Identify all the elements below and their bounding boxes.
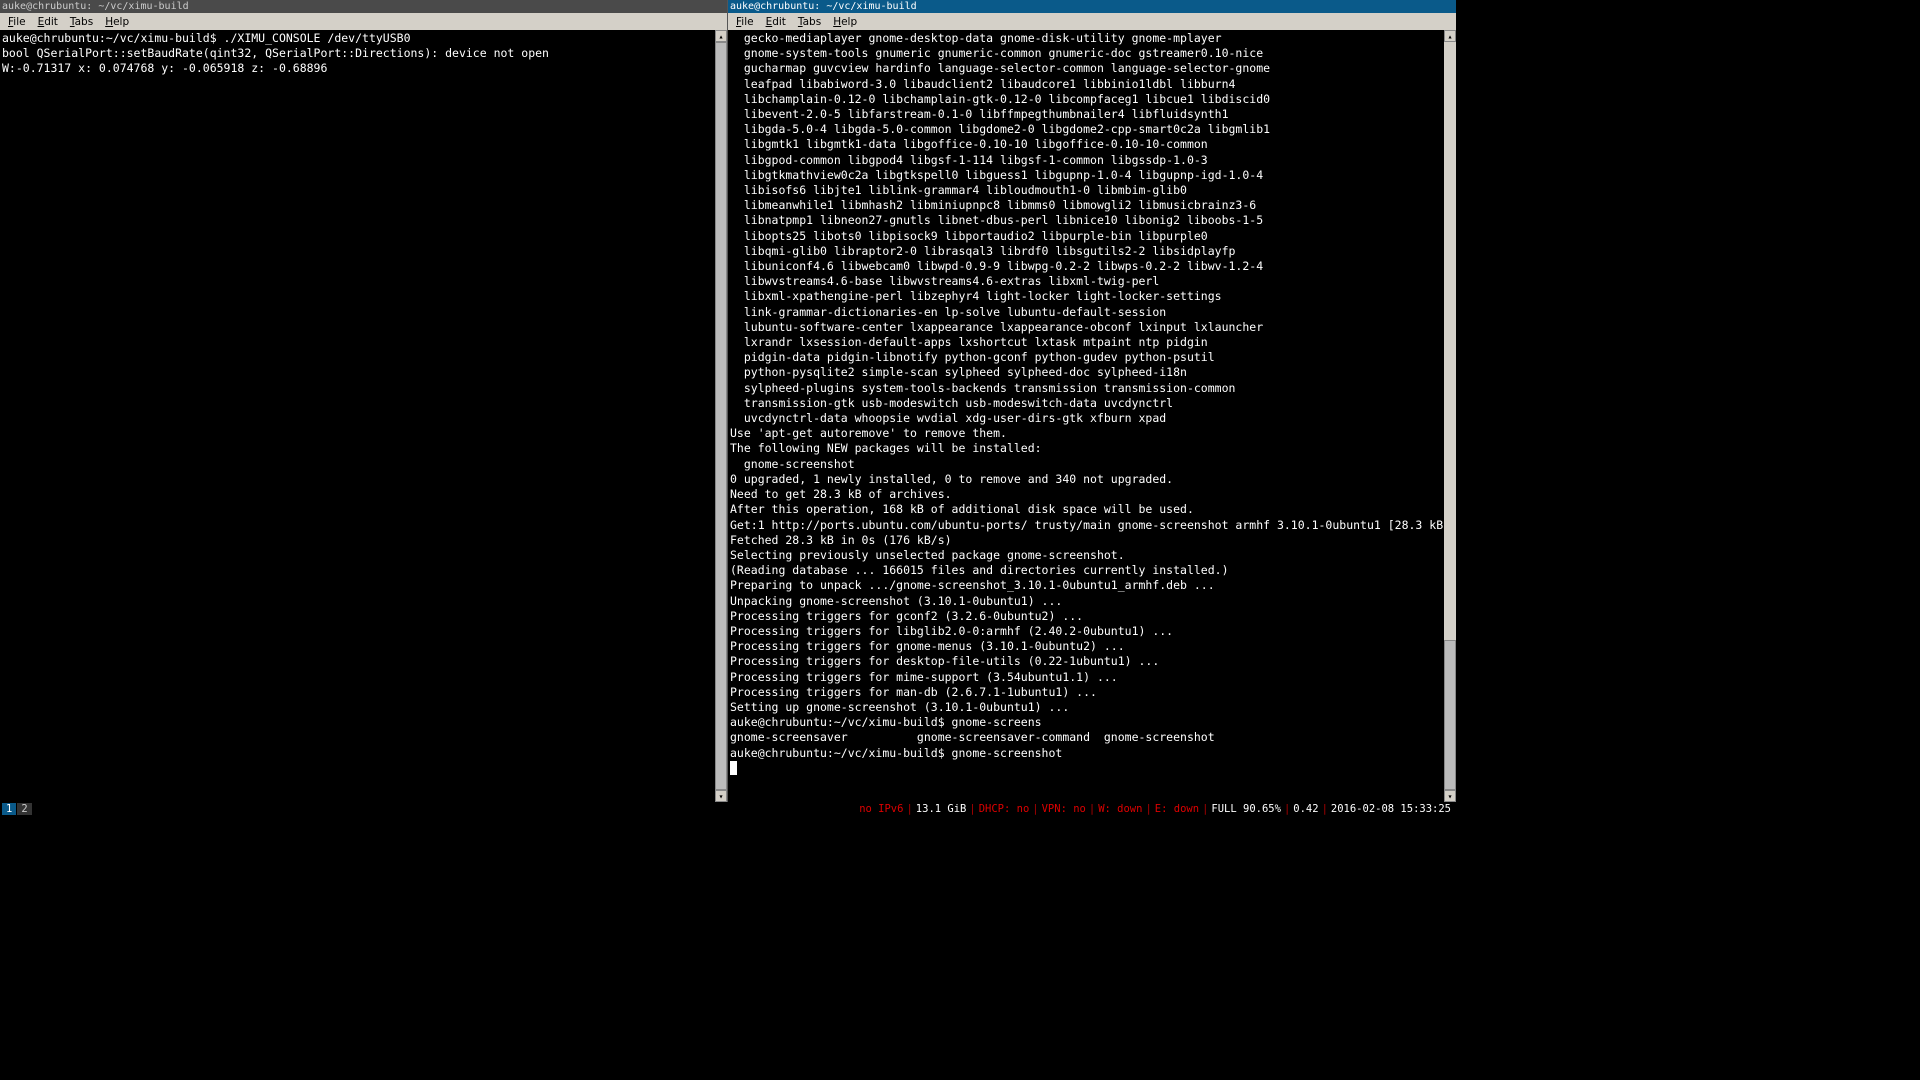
- status-right: no IPv6| 13.1 GiB| DHCP: no| VPN: no| W:…: [856, 803, 1454, 815]
- right-pane: auke@chrubuntu: ~/vc/ximu-build File Edi…: [728, 0, 1456, 802]
- right-scroll-track[interactable]: [1444, 42, 1456, 790]
- left-titlebar[interactable]: auke@chrubuntu: ~/vc/ximu-build: [0, 0, 727, 13]
- workspace-tabs: 1 2: [2, 803, 33, 815]
- status-vpn: VPN: no: [1039, 803, 1089, 815]
- menu-help[interactable]: Help: [99, 16, 135, 28]
- left-menubar: File Edit Tabs Help: [0, 13, 727, 30]
- right-scroll-thumb[interactable]: [1444, 640, 1456, 790]
- scroll-down-icon[interactable]: ▾: [715, 790, 727, 802]
- menu-file[interactable]: File: [730, 16, 760, 28]
- menu-edit[interactable]: Edit: [32, 16, 64, 28]
- left-scroll-track[interactable]: [715, 42, 727, 790]
- workspace-2[interactable]: 2: [17, 803, 32, 815]
- scroll-up-icon[interactable]: ▴: [715, 30, 727, 42]
- status-wifi: W: down: [1095, 803, 1145, 815]
- menu-tabs[interactable]: Tabs: [792, 16, 827, 28]
- i3-statusbar: 1 2 no IPv6| 13.1 GiB| DHCP: no| VPN: no…: [0, 802, 1456, 816]
- right-menubar: File Edit Tabs Help: [728, 13, 1456, 30]
- left-terminal[interactable]: auke@chrubuntu:~/vc/ximu-build$ ./XIMU_C…: [0, 30, 715, 802]
- right-terminal-wrap: gecko-mediaplayer gnome-desktop-data gno…: [728, 30, 1456, 802]
- left-scrollbar[interactable]: ▴ ▾: [715, 30, 727, 802]
- status-datetime: 2016-02-08 15:33:25: [1328, 803, 1454, 815]
- menu-edit[interactable]: Edit: [760, 16, 792, 28]
- workspace-1[interactable]: 1: [2, 803, 17, 815]
- scroll-up-icon[interactable]: ▴: [1444, 30, 1456, 42]
- status-disk: 13.1 GiB: [913, 803, 970, 815]
- menu-tabs[interactable]: Tabs: [64, 16, 99, 28]
- status-battery: FULL 90.65%: [1208, 803, 1284, 815]
- right-terminal[interactable]: gecko-mediaplayer gnome-desktop-data gno…: [728, 30, 1444, 802]
- status-eth: E: down: [1152, 803, 1202, 815]
- status-load: 0.42: [1290, 803, 1321, 815]
- left-pane: auke@chrubuntu: ~/vc/ximu-build File Edi…: [0, 0, 728, 802]
- cursor-icon: [730, 761, 737, 775]
- right-scrollbar[interactable]: ▴ ▾: [1444, 30, 1456, 802]
- left-terminal-wrap: auke@chrubuntu:~/vc/ximu-build$ ./XIMU_C…: [0, 30, 727, 802]
- left-scroll-thumb[interactable]: [715, 42, 727, 790]
- menu-help[interactable]: Help: [827, 16, 863, 28]
- scroll-down-icon[interactable]: ▾: [1444, 790, 1456, 802]
- status-dhcp: DHCP: no: [976, 803, 1033, 815]
- split-container: auke@chrubuntu: ~/vc/ximu-build File Edi…: [0, 0, 1456, 802]
- menu-file[interactable]: File: [2, 16, 32, 28]
- status-ipv6: no IPv6: [856, 803, 906, 815]
- right-titlebar[interactable]: auke@chrubuntu: ~/vc/ximu-build: [728, 0, 1456, 13]
